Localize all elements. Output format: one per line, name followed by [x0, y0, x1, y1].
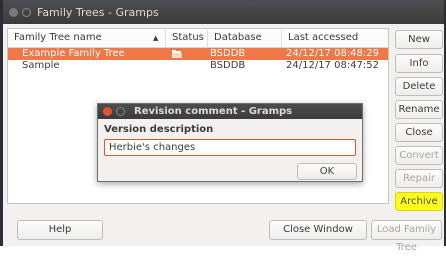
close-window-icon[interactable]: [9, 8, 18, 17]
archive-button[interactable]: Archive: [395, 192, 443, 211]
repair-button[interactable]: Repair: [395, 169, 443, 188]
help-button[interactable]: Help: [17, 220, 103, 240]
window-title: Family Trees - Gramps: [37, 6, 159, 19]
dialog-title: Revision comment - Gramps: [134, 106, 293, 117]
dialog-titlebar: Revision comment - Gramps: [98, 104, 362, 119]
column-header-name[interactable]: Family Tree name: [8, 29, 166, 47]
table-row[interactable]: Example Family Tree BSDDB 24/12/17 08:48…: [8, 48, 388, 60]
ok-button[interactable]: OK: [297, 163, 357, 180]
revision-comment-dialog: Revision comment - Gramps Version descri…: [97, 103, 363, 182]
tree-name-cell: Sample: [22, 60, 60, 71]
close-tree-button[interactable]: Close: [395, 123, 443, 142]
column-header-status[interactable]: Status: [166, 29, 208, 47]
new-button[interactable]: New: [395, 30, 443, 49]
version-description-input[interactable]: [104, 139, 356, 156]
last-accessed-cell: 24/12/17 08:47:52: [286, 60, 380, 71]
database-type-cell: BSDDB: [210, 48, 246, 59]
rename-button[interactable]: Rename: [395, 100, 443, 119]
close-window-button[interactable]: Close Window: [269, 220, 367, 240]
delete-button[interactable]: Delete: [395, 77, 443, 96]
version-description-label: Version description: [104, 124, 214, 135]
column-header-last-accessed[interactable]: Last accessed: [282, 29, 388, 47]
tree-header: Family Tree name ▲ Status Database Type …: [8, 29, 388, 61]
tree-name-cell: Example Family Tree: [22, 48, 125, 59]
table-row[interactable]: Sample BSDDB 24/12/17 08:47:52: [8, 60, 388, 72]
column-header-database-type[interactable]: Database Type: [208, 29, 282, 61]
minimize-window-icon[interactable]: [22, 8, 31, 17]
open-folder-icon: [172, 50, 182, 58]
last-accessed-cell: 24/12/17 08:48:29: [286, 48, 380, 59]
info-button[interactable]: Info: [395, 54, 443, 73]
database-type-cell: BSDDB: [210, 60, 246, 71]
minimize-dialog-icon[interactable]: [116, 107, 125, 116]
window-titlebar: Family Trees - Gramps: [3, 2, 444, 24]
convert-button[interactable]: Convert: [395, 146, 443, 165]
sort-ascending-icon: ▲: [153, 34, 159, 42]
load-family-tree-button[interactable]: Load Family Tree: [371, 220, 442, 253]
close-dialog-icon[interactable]: [103, 107, 112, 116]
